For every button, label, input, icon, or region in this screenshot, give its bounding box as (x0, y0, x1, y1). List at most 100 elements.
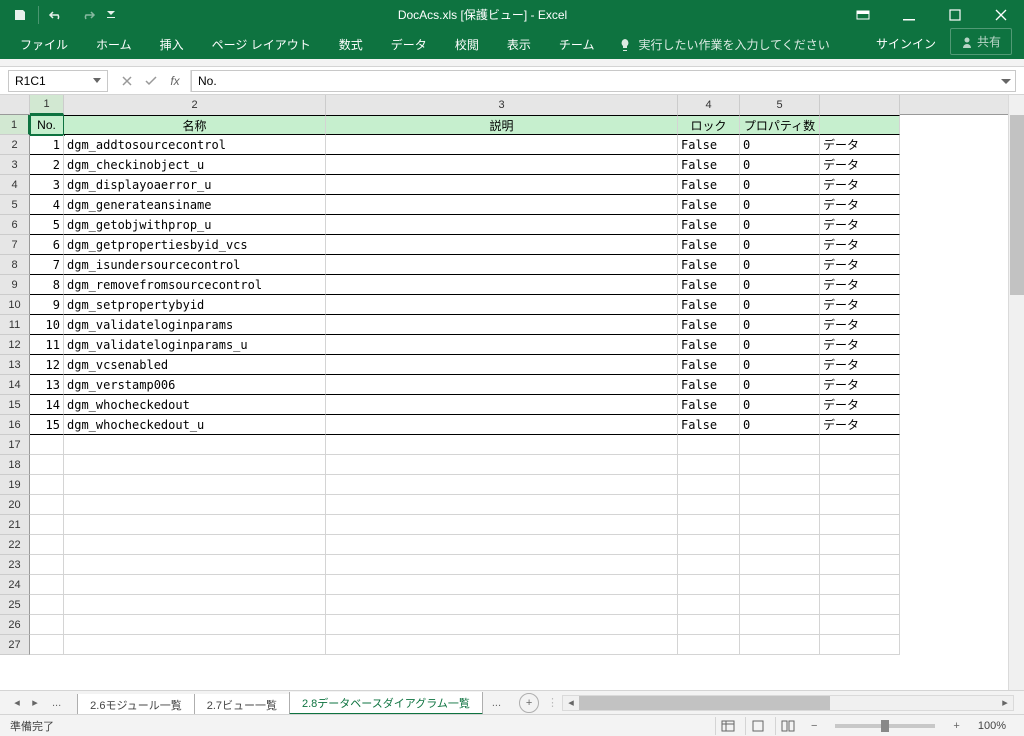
cell[interactable]: dgm_displayoaerror_u (64, 175, 326, 195)
cell[interactable]: データ (820, 395, 900, 415)
tab-view[interactable]: 表示 (493, 30, 545, 59)
cell[interactable]: dgm_validateloginparams (64, 315, 326, 335)
row-header[interactable]: 2 (0, 135, 30, 155)
cell[interactable] (326, 615, 678, 635)
cell[interactable] (326, 175, 678, 195)
minimize-button[interactable] (886, 0, 932, 29)
share-button[interactable]: 共有 (950, 28, 1012, 55)
cell[interactable]: 8 (30, 275, 64, 295)
cell[interactable]: False (678, 195, 740, 215)
cell[interactable] (678, 435, 740, 455)
cell[interactable] (326, 415, 678, 435)
tab-page-layout[interactable]: ページ レイアウト (198, 30, 325, 59)
view-page-break-button[interactable] (775, 717, 801, 735)
cell[interactable]: 0 (740, 415, 820, 435)
cell[interactable]: dgm_vcsenabled (64, 355, 326, 375)
tab-file[interactable]: ファイル (6, 30, 82, 59)
cell[interactable] (678, 575, 740, 595)
cell[interactable]: 13 (30, 375, 64, 395)
cell[interactable] (740, 535, 820, 555)
cell[interactable] (30, 595, 64, 615)
cell[interactable]: データ (820, 255, 900, 275)
cell[interactable]: 11 (30, 335, 64, 355)
cell[interactable]: False (678, 215, 740, 235)
cell[interactable] (820, 575, 900, 595)
cell[interactable]: dgm_whocheckedout_u (64, 415, 326, 435)
cell[interactable]: データ (820, 215, 900, 235)
row-header[interactable]: 21 (0, 515, 30, 535)
sheet-more-right[interactable]: ... (482, 697, 511, 709)
cell[interactable] (678, 595, 740, 615)
cell[interactable] (64, 475, 326, 495)
cell[interactable] (820, 475, 900, 495)
horizontal-scrollbar[interactable]: ◂ ▸ (562, 695, 1014, 711)
zoom-in-button[interactable]: + (947, 720, 965, 732)
cell[interactable] (820, 555, 900, 575)
cell[interactable] (678, 535, 740, 555)
cell[interactable]: 15 (30, 415, 64, 435)
cell[interactable]: データ (820, 315, 900, 335)
cancel-formula-button[interactable] (116, 70, 138, 92)
view-page-layout-button[interactable] (745, 717, 771, 735)
row-header[interactable]: 25 (0, 595, 30, 615)
row-header[interactable]: 13 (0, 355, 30, 375)
cell[interactable] (820, 495, 900, 515)
vertical-scrollbar[interactable] (1008, 95, 1024, 690)
tab-insert[interactable]: 挿入 (146, 30, 198, 59)
row-header[interactable]: 26 (0, 615, 30, 635)
cell[interactable]: dgm_setpropertybyid (64, 295, 326, 315)
add-sheet-button[interactable]: + (519, 693, 539, 713)
row-header[interactable]: 19 (0, 475, 30, 495)
cell[interactable] (678, 515, 740, 535)
cell[interactable] (678, 495, 740, 515)
cell[interactable]: 0 (740, 395, 820, 415)
row-header[interactable]: 10 (0, 295, 30, 315)
row-header[interactable]: 27 (0, 635, 30, 655)
cell[interactable]: dgm_addtosourcecontrol (64, 135, 326, 155)
cell[interactable] (820, 615, 900, 635)
cell[interactable] (30, 575, 64, 595)
cell[interactable]: dgm_generateansiname (64, 195, 326, 215)
cell[interactable]: データ (820, 335, 900, 355)
cell[interactable]: False (678, 355, 740, 375)
cell[interactable] (740, 595, 820, 615)
cell[interactable]: 0 (740, 335, 820, 355)
cell[interactable]: 0 (740, 355, 820, 375)
cell[interactable] (820, 115, 900, 135)
cell[interactable] (326, 135, 678, 155)
cell[interactable] (326, 295, 678, 315)
cell[interactable] (64, 495, 326, 515)
cell[interactable]: 0 (740, 315, 820, 335)
cell[interactable] (30, 435, 64, 455)
cell[interactable] (64, 635, 326, 655)
name-box[interactable]: R1C1 (8, 70, 108, 92)
tab-formulas[interactable]: 数式 (325, 30, 377, 59)
sheet-tab[interactable]: 2.8データベースダイアグラム一覧 (289, 692, 483, 715)
cell[interactable] (30, 475, 64, 495)
cell[interactable] (326, 595, 678, 615)
cell[interactable]: ロック (678, 115, 740, 135)
cell[interactable]: 14 (30, 395, 64, 415)
cell[interactable] (740, 555, 820, 575)
expand-formula-bar-button[interactable] (996, 70, 1016, 92)
cell[interactable] (64, 455, 326, 475)
cell[interactable] (30, 495, 64, 515)
cell[interactable] (64, 515, 326, 535)
cell[interactable] (30, 555, 64, 575)
cell[interactable]: データ (820, 275, 900, 295)
hscroll-left[interactable]: ◂ (563, 696, 579, 710)
cell[interactable] (64, 535, 326, 555)
select-all-corner[interactable] (0, 95, 30, 115)
cell[interactable]: 0 (740, 235, 820, 255)
cell[interactable]: 0 (740, 275, 820, 295)
sheet-more-left[interactable]: ... (46, 697, 67, 709)
redo-button[interactable] (73, 3, 101, 27)
cell[interactable] (326, 255, 678, 275)
vertical-scrollbar-thumb[interactable] (1010, 115, 1024, 295)
tab-data[interactable]: データ (377, 30, 441, 59)
cell[interactable]: 0 (740, 295, 820, 315)
cell[interactable] (820, 535, 900, 555)
cell[interactable]: データ (820, 195, 900, 215)
tell-me-search[interactable]: 実行したい作業を入力してください (608, 30, 839, 59)
cell[interactable]: dgm_getobjwithprop_u (64, 215, 326, 235)
